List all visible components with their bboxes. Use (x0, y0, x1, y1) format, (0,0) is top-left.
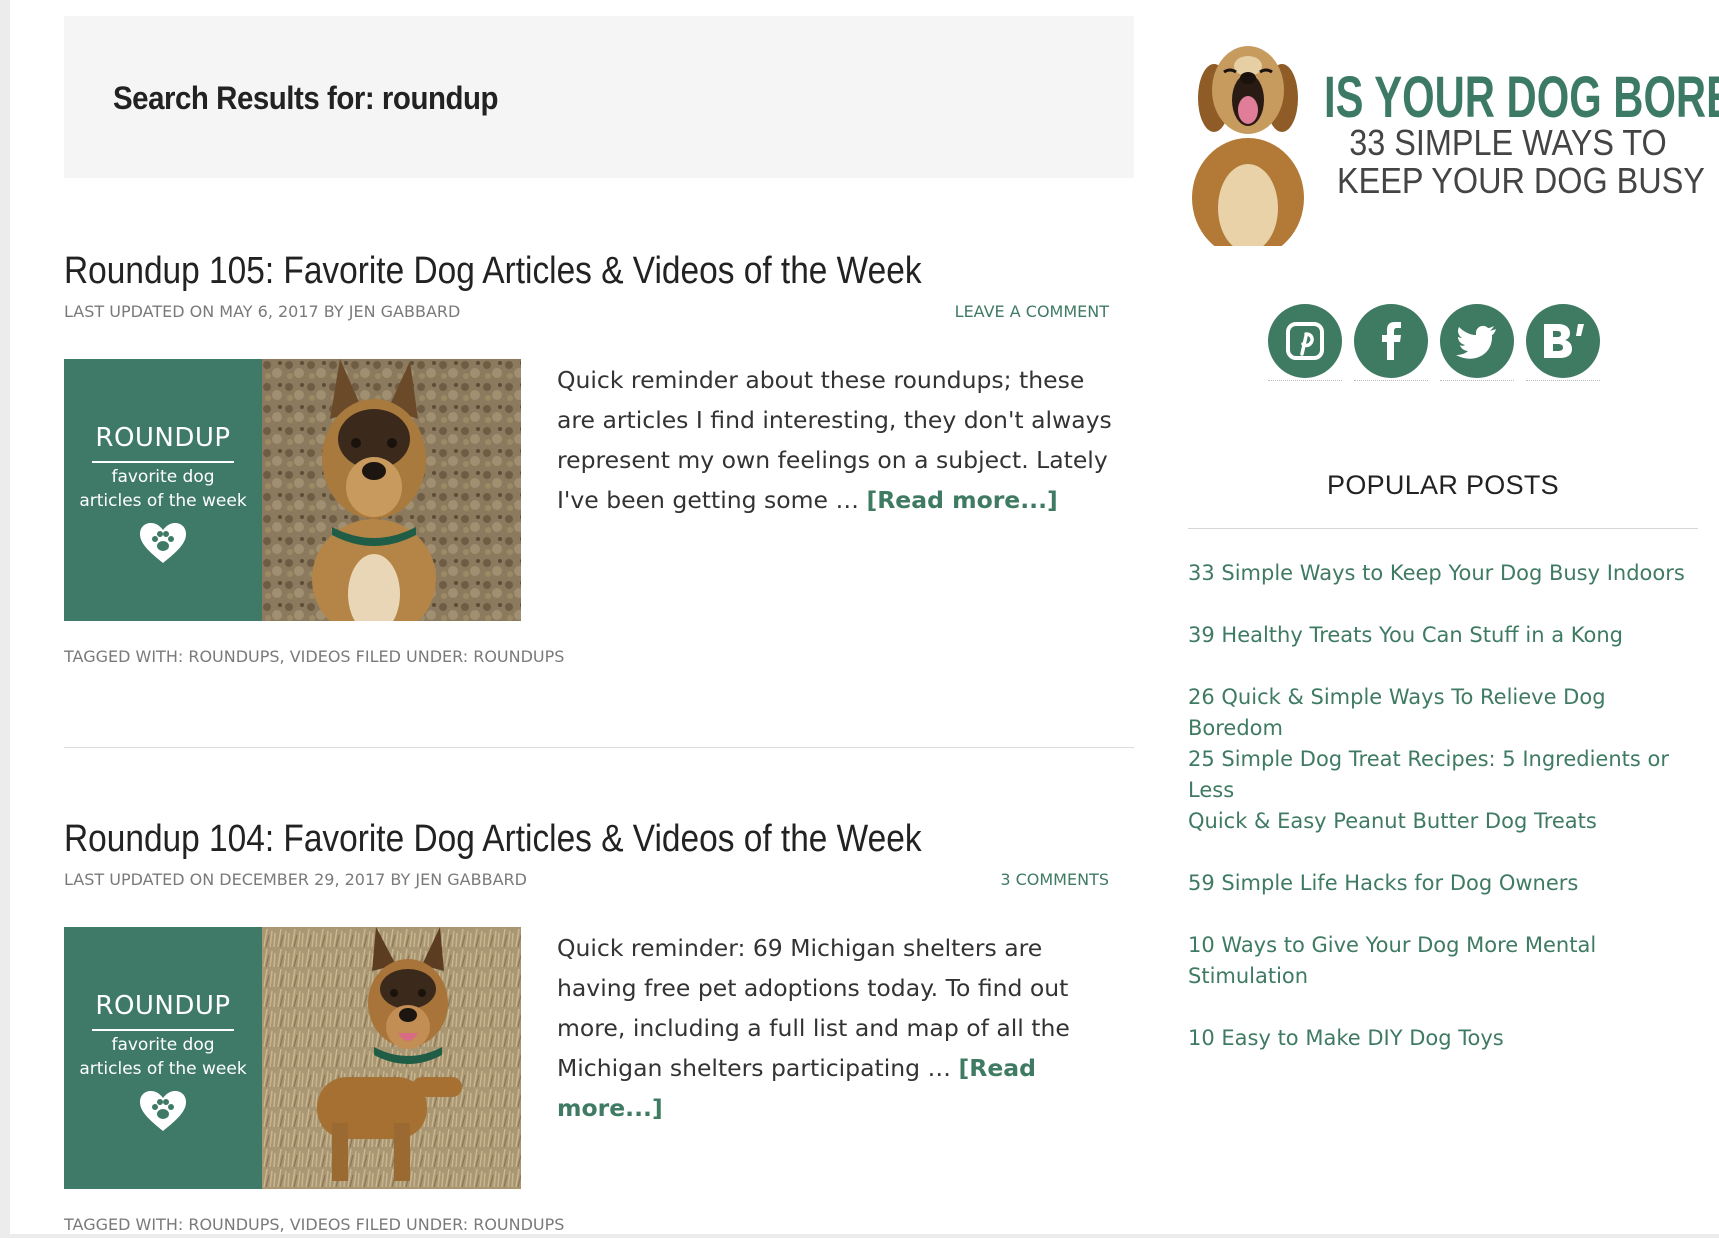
thumbnail-divider (92, 1029, 234, 1031)
popular-post-link[interactable]: 39 Healthy Treats You Can Stuff in a Kon… (1188, 623, 1623, 647)
thumbnail-subtitle: articles of the week (79, 1059, 247, 1079)
post-tags: Tagged With: Roundups, Videos Filed Unde… (64, 1215, 565, 1234)
list-item: 39 Healthy Treats You Can Stuff in a Kon… (1188, 620, 1698, 651)
search-results-header: Search Results for: roundup (64, 16, 1134, 178)
dog-bored-banner[interactable]: IS YOUR DOG BORED? 33 SIMPLE WAYS TO KEE… (1188, 28, 1719, 246)
popular-post-link[interactable]: 10 Easy to Make DIY Dog Toys (1188, 1026, 1504, 1050)
post-roundup-104: Roundup 104: Favorite Dog Articles & Vid… (64, 818, 1134, 1238)
popular-posts-divider (1188, 528, 1698, 529)
bloglovin-icon (1544, 324, 1584, 358)
social-underline (1440, 380, 1514, 381)
dog-photo (262, 359, 521, 621)
comments-link[interactable]: 3 Comments (1000, 870, 1109, 889)
heart-paw-icon (140, 523, 186, 563)
post-excerpt: Quick reminder about these roundups; the… (557, 360, 1127, 520)
list-item: 10 Easy to Make DIY Dog Toys (1188, 1023, 1698, 1054)
banner-subtitle-line: KEEP YOUR DOG BUSY (1337, 160, 1705, 201)
list-item: 59 Simple Life Hacks for Dog Owners (1188, 868, 1698, 899)
post-tags: Tagged With: Roundups, Videos Filed Unde… (64, 647, 565, 666)
social-underline (1526, 380, 1600, 381)
bloglovin-button[interactable] (1526, 304, 1600, 378)
post-thumbnail[interactable]: ROUNDUP favorite dog articles of the wee… (64, 359, 521, 621)
social-underline (1268, 380, 1342, 381)
page: Search Results for: roundup Roundup 105:… (10, 0, 1719, 1234)
thumbnail-green-panel: ROUNDUP favorite dog articles of the wee… (64, 359, 262, 621)
post-roundup-105: Roundup 105: Favorite Dog Articles & Vid… (64, 250, 1134, 670)
post-title-link[interactable]: Roundup 104: Favorite Dog Articles & Vid… (64, 818, 922, 861)
list-item: 10 Ways to Give Your Dog More Mental Sti… (1188, 930, 1608, 992)
post-title-link[interactable]: Roundup 105: Favorite Dog Articles & Vid… (64, 250, 922, 293)
thumbnail-subtitle: articles of the week (79, 491, 247, 511)
page-title: Search Results for: roundup (113, 80, 499, 116)
thumbnail-green-panel: ROUNDUP favorite dog articles of the wee… (64, 927, 262, 1189)
popular-posts-heading: Popular Posts (1327, 470, 1559, 500)
thumbnail-heading: ROUNDUP (95, 991, 231, 1021)
post-meta: Last updated on May 6, 2017 by Jen Gabba… (64, 302, 461, 321)
popular-post-link[interactable]: 10 Ways to Give Your Dog More Mental Sti… (1188, 933, 1596, 988)
dog-photo (262, 927, 521, 1189)
popular-post-link[interactable]: 59 Simple Life Hacks for Dog Owners (1188, 871, 1578, 895)
banner-subtitle-line: 33 SIMPLE WAYS TO (1349, 122, 1667, 163)
pinterest-icon (1286, 322, 1324, 360)
list-item: 33 Simple Ways to Keep Your Dog Busy Ind… (1188, 558, 1698, 589)
popular-post-link[interactable]: 33 Simple Ways to Keep Your Dog Busy Ind… (1188, 561, 1685, 585)
twitter-button[interactable] (1440, 304, 1514, 378)
banner-title: IS YOUR DOG BORED? (1324, 65, 1719, 130)
facebook-icon (1382, 322, 1401, 360)
comments-link[interactable]: Leave a Comment (955, 302, 1109, 321)
post-meta: Last updated on December 29, 2017 by Jen… (64, 870, 527, 889)
list-item: Quick & Easy Peanut Butter Dog Treats (1188, 806, 1698, 837)
yawning-dog-image (1188, 28, 1308, 246)
list-item: 26 Quick & Simple Ways To Relieve Dog Bo… (1188, 682, 1698, 744)
post-excerpt: Quick reminder: 69 Michigan shelters are… (557, 928, 1127, 1128)
twitter-icon (1456, 325, 1496, 359)
heart-paw-icon (140, 1091, 186, 1131)
social-underline (1354, 380, 1428, 381)
list-item: 25 Simple Dog Treat Recipes: 5 Ingredien… (1188, 744, 1698, 806)
popular-post-link[interactable]: 26 Quick & Simple Ways To Relieve Dog Bo… (1188, 685, 1606, 740)
thumbnail-subtitle: favorite dog (111, 467, 215, 487)
banner-subtitle: 33 SIMPLE WAYS TO KEEP YOUR DOG BUSY (1337, 122, 1705, 201)
thumbnail-subtitle: favorite dog (111, 1035, 215, 1055)
thumbnail-heading: ROUNDUP (95, 423, 231, 453)
post-thumbnail[interactable]: ROUNDUP favorite dog articles of the wee… (64, 927, 521, 1189)
popular-post-link[interactable]: Quick & Easy Peanut Butter Dog Treats (1188, 809, 1597, 833)
post-divider (64, 747, 1134, 748)
thumbnail-divider (92, 461, 234, 463)
popular-post-link[interactable]: 25 Simple Dog Treat Recipes: 5 Ingredien… (1188, 747, 1669, 802)
read-more-link[interactable]: [Read more...] (866, 486, 1057, 514)
facebook-button[interactable] (1354, 304, 1428, 378)
pinterest-button[interactable] (1268, 304, 1342, 378)
